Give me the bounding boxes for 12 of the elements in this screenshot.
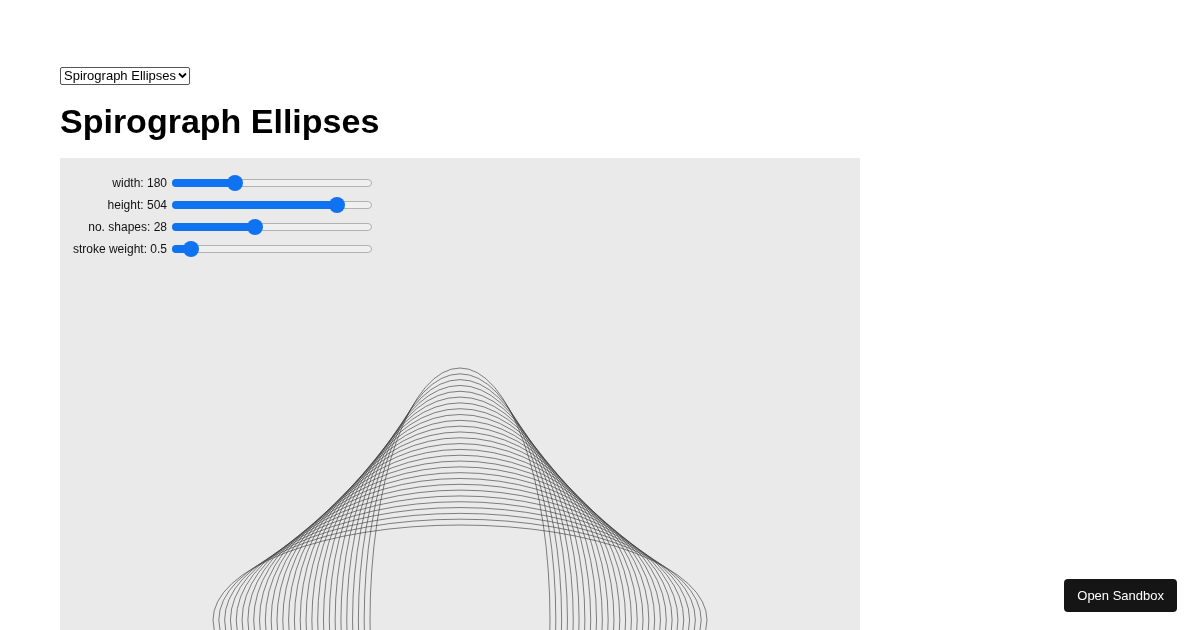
slider-thumb[interactable] (329, 196, 345, 213)
slider-thumb[interactable] (227, 174, 243, 191)
slider-label: width: 180 (111, 175, 167, 190)
slider-label: no. shapes: 28 (87, 219, 167, 234)
pattern-select[interactable]: Spirograph Ellipses (60, 66, 190, 85)
slider-thumb[interactable] (183, 240, 199, 257)
slider-thumb[interactable] (247, 218, 263, 235)
slider-label: stroke weight: 0.5 (71, 241, 167, 256)
open-sandbox-button[interactable]: Open Sandbox (1064, 579, 1177, 612)
chevron-down-icon (178, 72, 187, 79)
page-title: Spirograph Ellipses (60, 103, 381, 138)
slider-label: height: 504 (106, 197, 167, 212)
